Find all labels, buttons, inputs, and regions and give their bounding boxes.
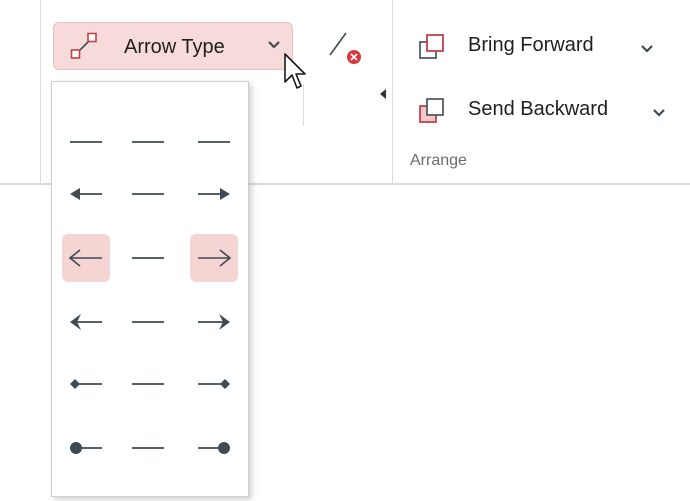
arrow-style-row (52, 420, 250, 476)
send-backward-icon (419, 98, 444, 123)
bring-forward-button[interactable]: Bring Forward (418, 26, 668, 66)
line-icon (70, 141, 102, 143)
arrow-option-none-line[interactable] (124, 118, 172, 166)
arrow-option-stealth-end[interactable] (190, 298, 238, 346)
chevron-down-icon[interactable] (266, 37, 282, 53)
arrow-option-diamond-start[interactable] (62, 360, 110, 408)
arrow-option-oval-end[interactable] (190, 424, 238, 472)
arrow-option-triangle-line[interactable] (124, 170, 172, 218)
mouse-pointer-icon (284, 53, 306, 89)
clear-line-style-icon[interactable] (326, 27, 366, 67)
arrow-type-button[interactable]: Arrow Type (53, 22, 293, 70)
stealth-arrow-left-icon (70, 314, 102, 330)
arrow-option-none-end[interactable] (190, 118, 238, 166)
arrow-style-row (52, 230, 250, 286)
arrange-group-label: Arrange (410, 152, 467, 169)
line-icon (198, 141, 230, 143)
line-icon (132, 383, 164, 385)
arrow-option-stealth-start[interactable] (62, 298, 110, 346)
caret-left-icon[interactable] (380, 89, 386, 99)
open-arrow-left-icon (68, 249, 102, 267)
triangle-arrow-left-icon (70, 188, 102, 200)
diamond-end-left-icon (70, 379, 102, 389)
arrow-type-dropdown (51, 81, 249, 497)
line-icon (132, 257, 164, 259)
line-icon (132, 193, 164, 195)
arrow-option-diamond-line[interactable] (124, 360, 172, 408)
arrow-option-oval-line[interactable] (124, 424, 172, 472)
arrow-option-open-line[interactable] (124, 234, 172, 282)
chevron-down-icon[interactable] (652, 106, 666, 120)
line-icon (132, 141, 164, 143)
group-separator (392, 0, 393, 184)
arrow-option-open-start[interactable] (62, 234, 110, 282)
bring-forward-label: Bring Forward (468, 34, 594, 56)
open-arrow-right-icon (198, 249, 232, 267)
arrow-option-stealth-line[interactable] (124, 298, 172, 346)
arrow-style-row (52, 356, 250, 412)
send-backward-label: Send Backward (468, 98, 609, 120)
arrow-option-triangle-start[interactable] (62, 170, 110, 218)
arrow-option-diamond-end[interactable] (190, 360, 238, 408)
line-icon (132, 321, 164, 323)
chevron-down-icon[interactable] (640, 42, 654, 56)
oval-end-right-icon (198, 442, 230, 454)
arrow-option-none-start[interactable] (62, 118, 110, 166)
arrow-style-row (52, 114, 250, 170)
send-backward-button[interactable]: Send Backward (418, 90, 673, 130)
arrow-option-oval-start[interactable] (62, 424, 110, 472)
group-separator (40, 0, 41, 184)
arrow-style-row (52, 166, 250, 222)
diamond-end-right-icon (198, 379, 230, 389)
arrow-type-label: Arrow Type (124, 36, 225, 58)
arrow-option-triangle-end[interactable] (190, 170, 238, 218)
arrow-style-row (52, 294, 250, 350)
oval-end-left-icon (70, 442, 102, 454)
arrow-type-icon (70, 32, 97, 59)
stealth-arrow-right-icon (198, 314, 230, 330)
arrow-option-open-end[interactable] (190, 234, 238, 282)
bring-forward-icon (419, 34, 444, 59)
triangle-arrow-right-icon (198, 188, 230, 200)
line-icon (132, 447, 164, 449)
